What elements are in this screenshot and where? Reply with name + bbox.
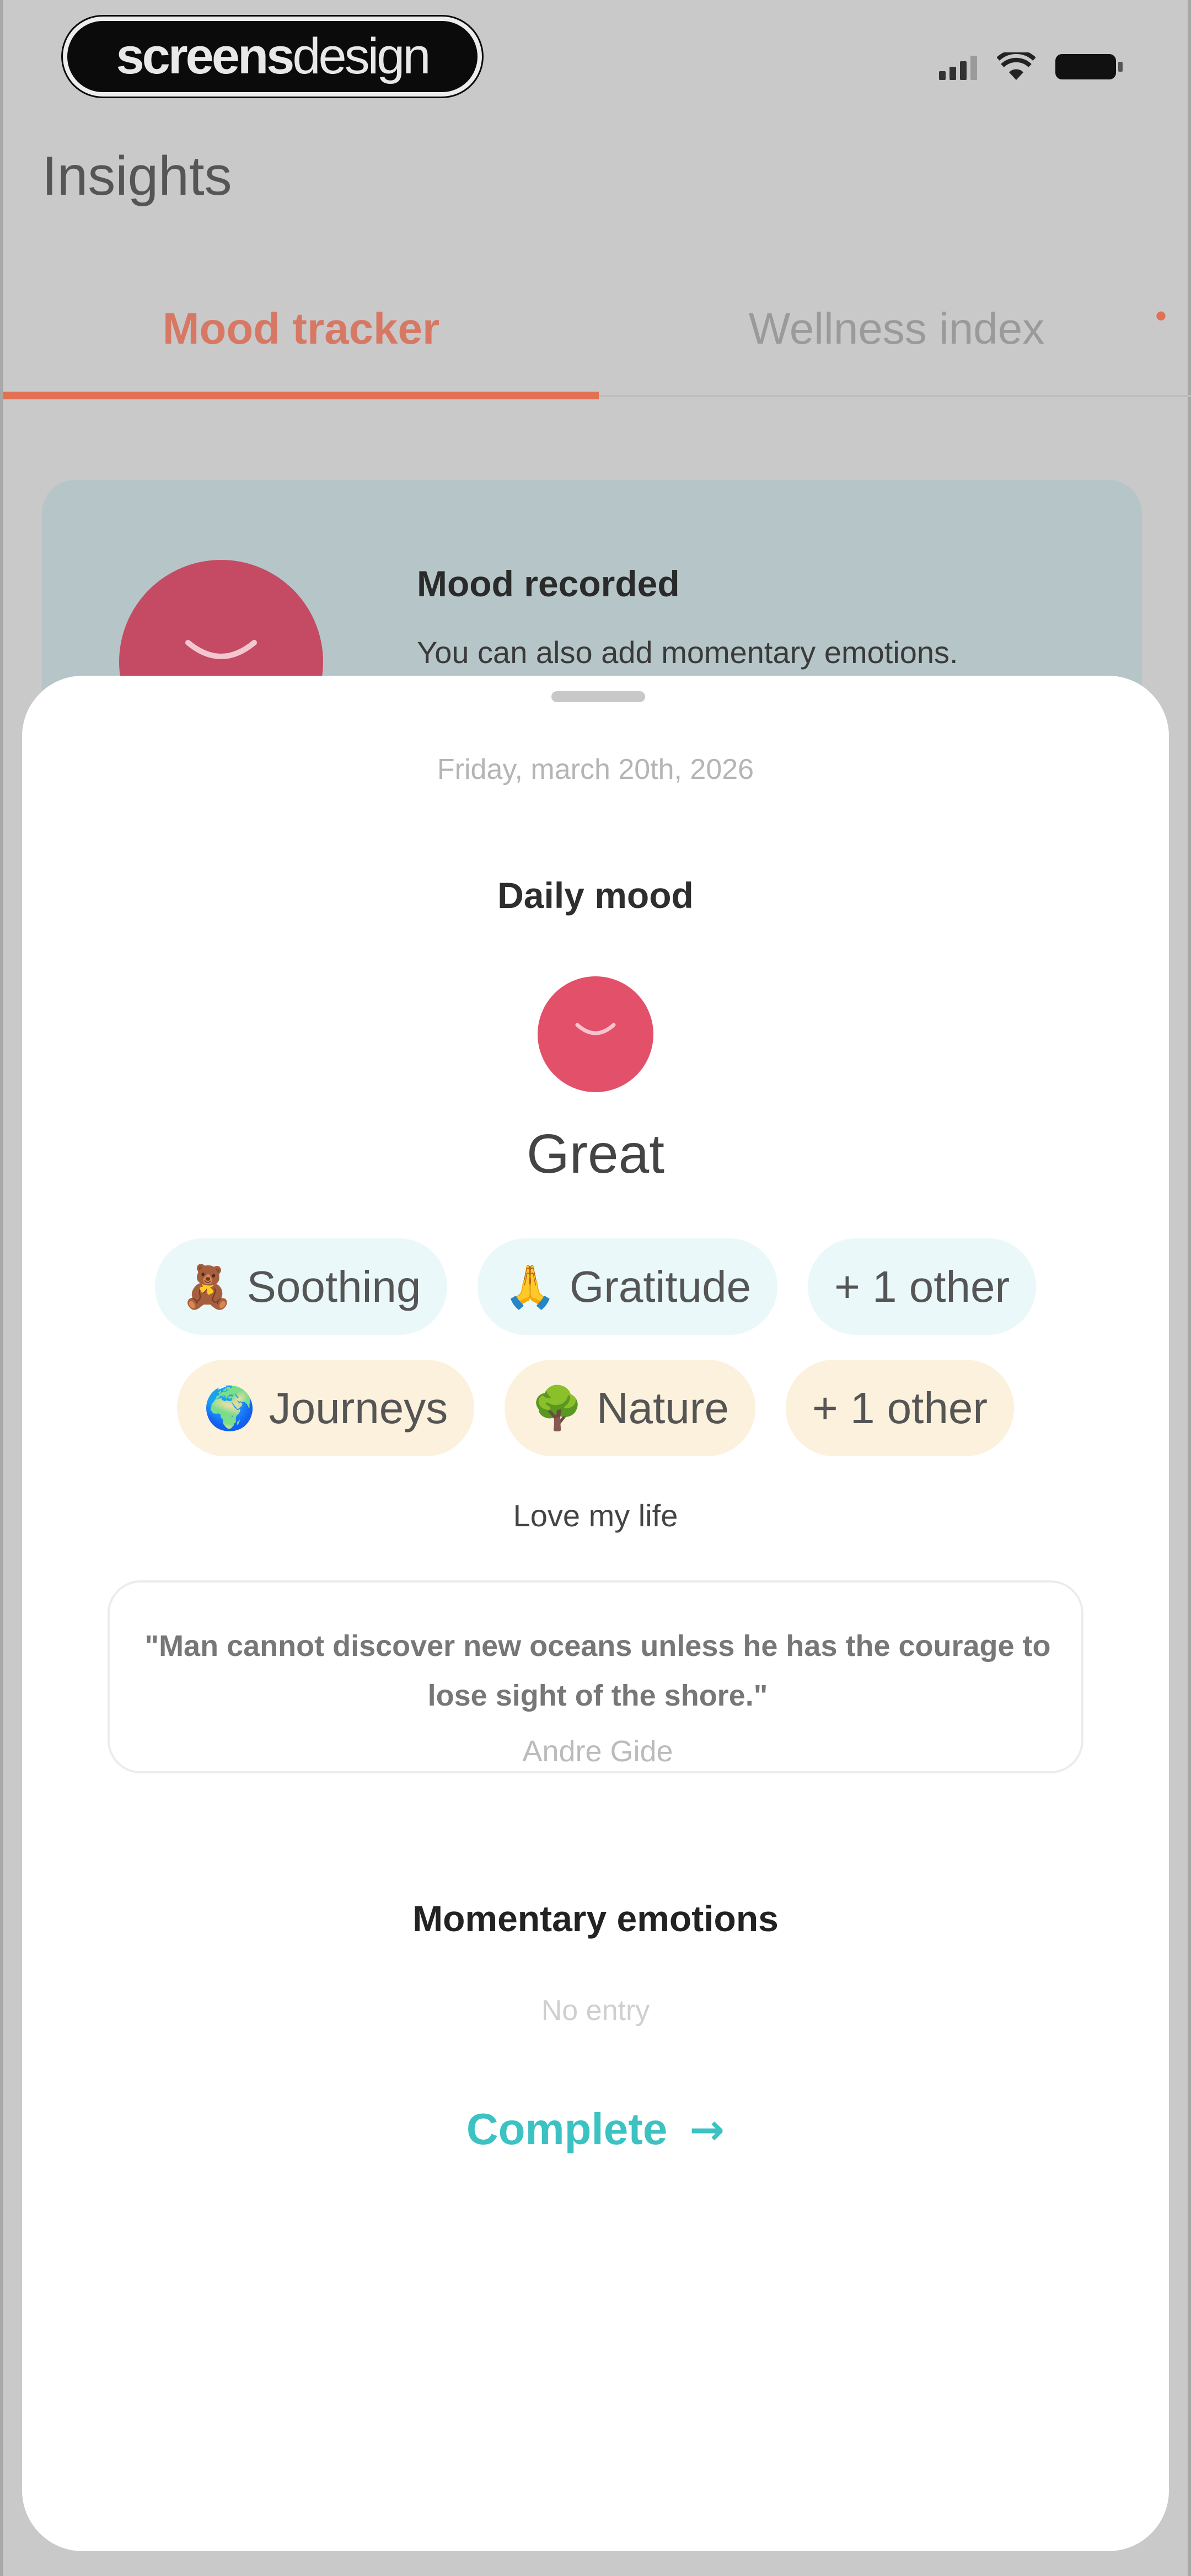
- chip-gratitude: 🙏 Gratitude: [478, 1238, 778, 1335]
- watermark-logo: screensdesign: [63, 17, 482, 97]
- quote-text: "Man cannot discover new oceans unless h…: [144, 1629, 1051, 1712]
- page-title: Insights: [42, 145, 232, 207]
- watermark-bold-text: screens: [116, 28, 295, 84]
- entry-date: Friday, march 20th, 2026: [437, 753, 754, 785]
- tree-icon: 🌳: [531, 1383, 583, 1433]
- notification-dot-icon: •: [1155, 297, 1167, 334]
- chip-label: Gratitude: [570, 1262, 752, 1311]
- chip-label: + 1 other: [834, 1262, 1010, 1311]
- quote-card: "Man cannot discover new oceans unless h…: [108, 1580, 1083, 1773]
- momentary-empty-text: No entry: [541, 1995, 650, 2027]
- arrow-right-icon: →: [689, 2104, 725, 2154]
- globe-icon: 🌍: [203, 1383, 256, 1433]
- watermark-light-text: design: [292, 28, 431, 84]
- tab-baseline: [599, 395, 1191, 397]
- chip-journeys: 🌍 Journeys: [176, 1360, 475, 1456]
- tab-bar: Mood tracker Wellness index •: [3, 287, 1191, 405]
- mood-recorded-subtitle: You can also add momentary emotions.: [417, 635, 958, 670]
- activity-chips: 🌍 Journeys 🌳 Nature + 1 other: [22, 1360, 1169, 1456]
- chip-soothing: 🧸 Soothing: [154, 1238, 448, 1335]
- wifi-icon: [997, 52, 1036, 80]
- chip-label: + 1 other: [812, 1383, 988, 1433]
- emotion-chips: 🧸 Soothing 🙏 Gratitude + 1 other: [22, 1238, 1169, 1335]
- chip-label: Nature: [596, 1383, 729, 1433]
- chip-label: Soothing: [246, 1262, 421, 1311]
- mood-label: Great: [526, 1123, 665, 1185]
- smiley-face-icon: [538, 976, 653, 1092]
- daily-mood-title: Daily mood: [497, 875, 694, 916]
- battery-icon: [1055, 54, 1123, 79]
- mood-detail-sheet: Friday, march 20th, 2026 Daily mood Grea…: [22, 676, 1169, 2551]
- chip-more-activities[interactable]: + 1 other: [786, 1360, 1015, 1456]
- chip-more-emotions[interactable]: + 1 other: [808, 1238, 1037, 1335]
- status-bar-icons: [939, 52, 1123, 81]
- tab-mood-tracker[interactable]: Mood tracker: [3, 303, 599, 354]
- cellular-signal-icon: [939, 54, 977, 80]
- momentary-emotions-title: Momentary emotions: [412, 1898, 779, 1939]
- tab-wellness-index[interactable]: Wellness index: [599, 303, 1191, 354]
- mood-note: Love my life: [513, 1498, 678, 1533]
- sheet-drag-handle[interactable]: [551, 691, 645, 702]
- teddy-bear-icon: 🧸: [181, 1262, 234, 1311]
- complete-button[interactable]: Complete →: [430, 2088, 761, 2171]
- praying-hands-icon: 🙏: [504, 1262, 557, 1311]
- active-tab-indicator: [3, 392, 599, 399]
- quote-author: Andre Gide: [522, 1735, 673, 1768]
- chip-nature: 🌳 Nature: [505, 1360, 755, 1456]
- complete-button-label: Complete: [466, 2104, 668, 2153]
- mood-recorded-title: Mood recorded: [417, 563, 680, 604]
- chip-label: Journeys: [269, 1383, 448, 1433]
